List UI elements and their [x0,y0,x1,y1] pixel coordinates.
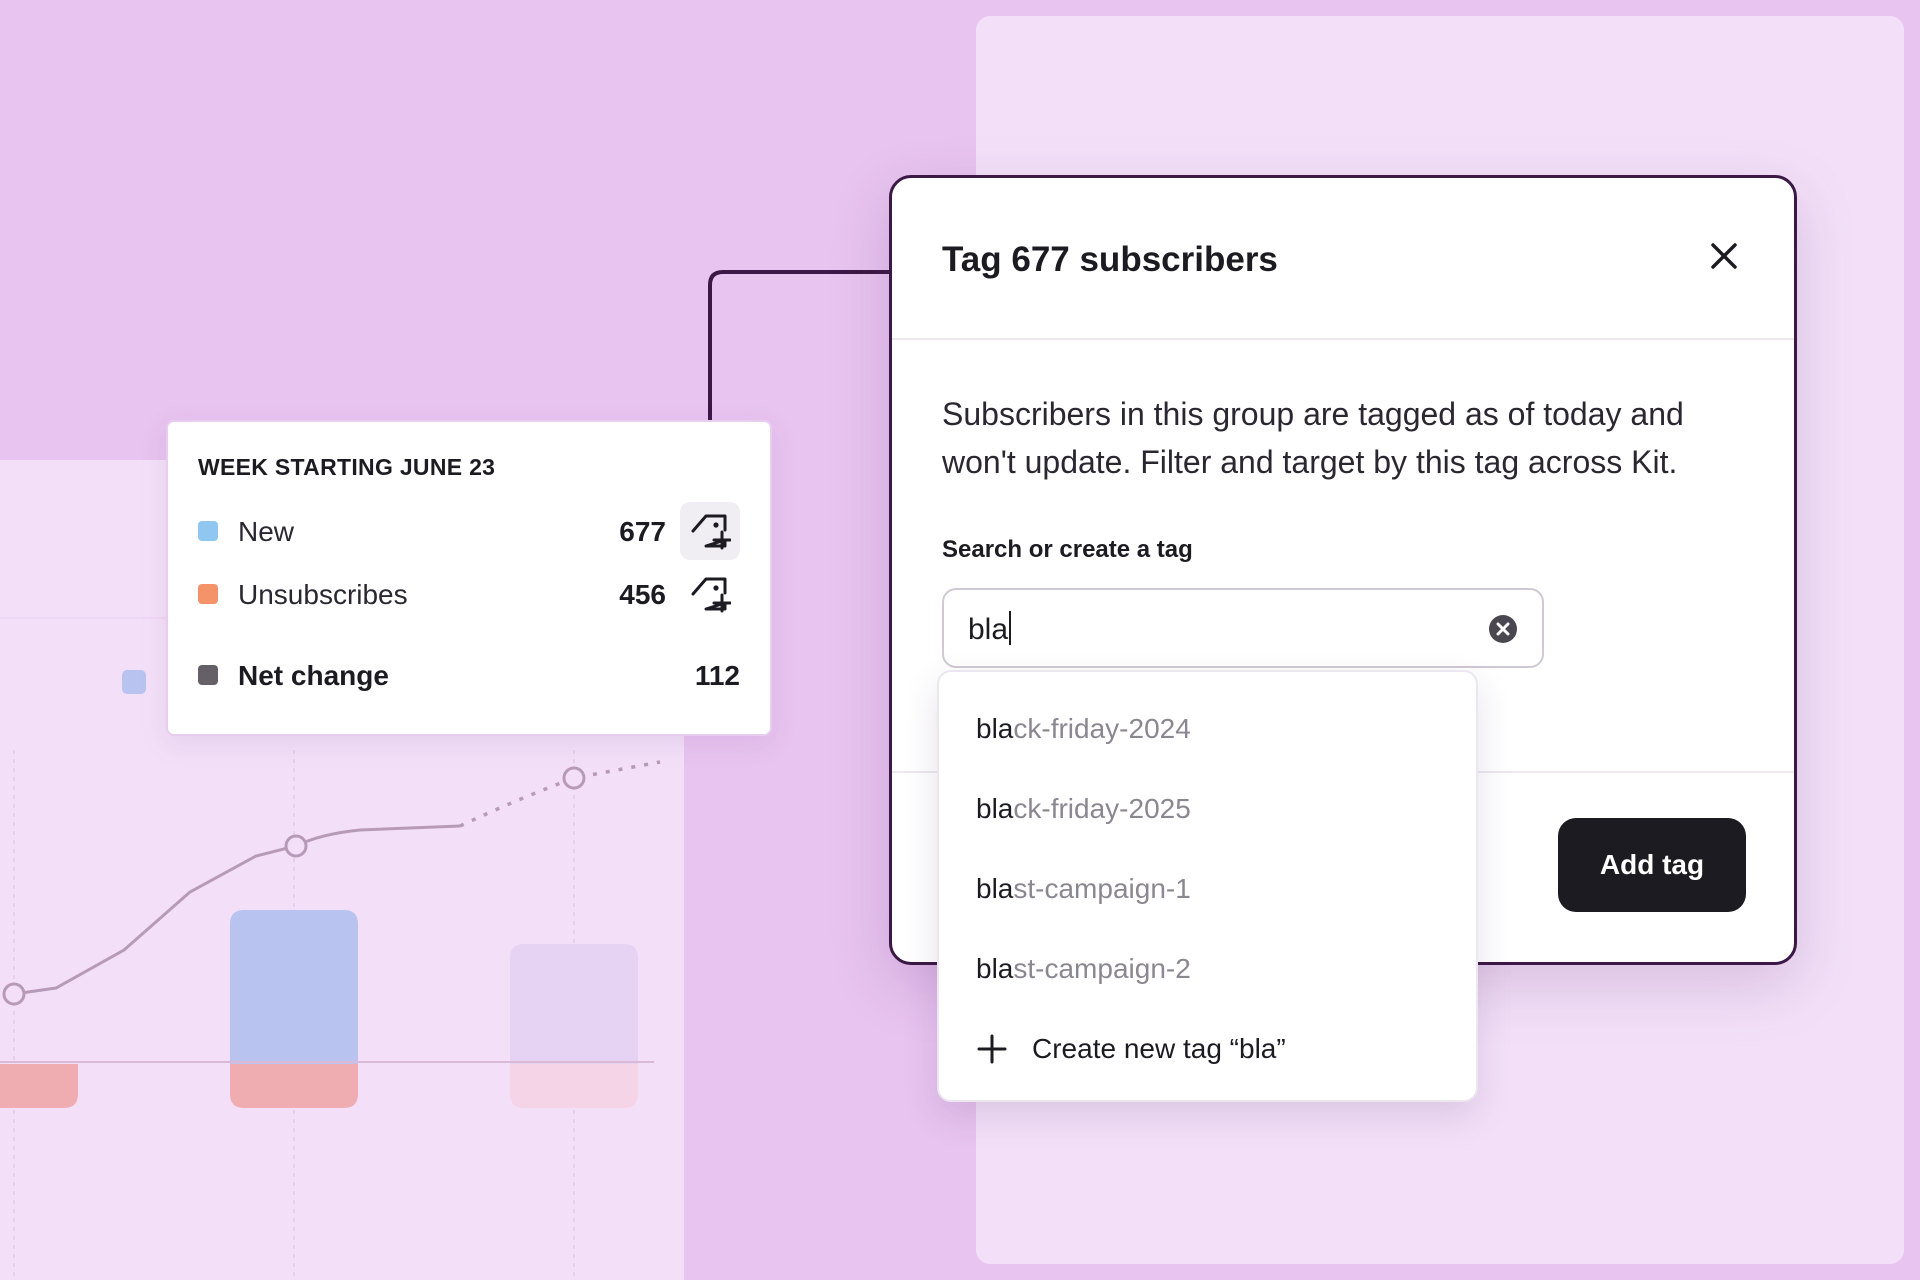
week-title: WEEK STARTING JUNE 23 [198,454,496,480]
chart-bar-new [230,910,358,1064]
legend-swatch [122,670,146,694]
legend-swatch-net [198,665,218,685]
tag-subscribers-button[interactable] [680,502,740,560]
modal-description: Subscribers in this group are tagged as … [942,396,1684,480]
modal-divider [892,338,1794,340]
row-value: 456 [619,579,666,610]
chart-bar-new [510,944,638,1064]
chart-point [2,982,26,1006]
chart-point [284,834,308,858]
summary-row-new: New 677 [198,502,740,560]
week-summary-card: WEEK STARTING JUNE 23 New 677 Unsubscrib… [166,420,772,736]
tag-option[interactable]: black-friday-2024 [976,699,1456,759]
tag-search-input[interactable]: bla [942,588,1544,668]
close-button[interactable] [1704,236,1744,276]
summary-row-unsubscribes: Unsubscribes 456 [198,565,740,621]
tag-suggestions-dropdown: black-friday-2024 black-friday-2025 blas… [937,670,1478,1102]
tag-option[interactable]: black-friday-2025 [976,779,1456,839]
close-icon [1711,243,1737,269]
chart-bar-unsubscribes [0,1064,78,1108]
row-value: 112 [694,660,740,691]
tag-option[interactable]: blast-campaign-1 [976,859,1456,919]
tag-plus-icon [691,514,731,550]
tag-plus-icon [691,577,731,613]
row-value: 677 [619,516,666,547]
create-new-tag-option[interactable]: Create new tag “bla” [976,1019,1456,1079]
row-label: Net change [238,660,389,691]
row-label: Unsubscribes [238,579,408,610]
legend-swatch-unsubscribes [198,584,218,604]
row-label: New [238,516,295,547]
add-tag-button[interactable]: Add tag [1558,818,1746,912]
modal-title: Tag 677 subscribers [942,240,1278,279]
chart-line-projected [459,760,661,828]
search-input-value[interactable]: bla [968,611,1012,647]
plus-icon [977,1034,1007,1064]
chart-bar-unsubscribes [510,1064,638,1108]
summary-row-net-change: Net change 112 [198,646,740,702]
legend-swatch-new [198,521,218,541]
text-caret [1009,611,1012,645]
chart-point [562,766,586,790]
chart-bar-unsubscribes [230,1064,358,1108]
clear-circle-icon[interactable] [1488,614,1518,644]
tag-option[interactable]: blast-campaign-2 [976,939,1456,999]
create-new-tag-label: Create new tag “bla” [1032,1033,1286,1064]
tag-subscribers-button[interactable] [680,565,740,623]
search-field-label: Search or create a tag [942,536,1193,563]
